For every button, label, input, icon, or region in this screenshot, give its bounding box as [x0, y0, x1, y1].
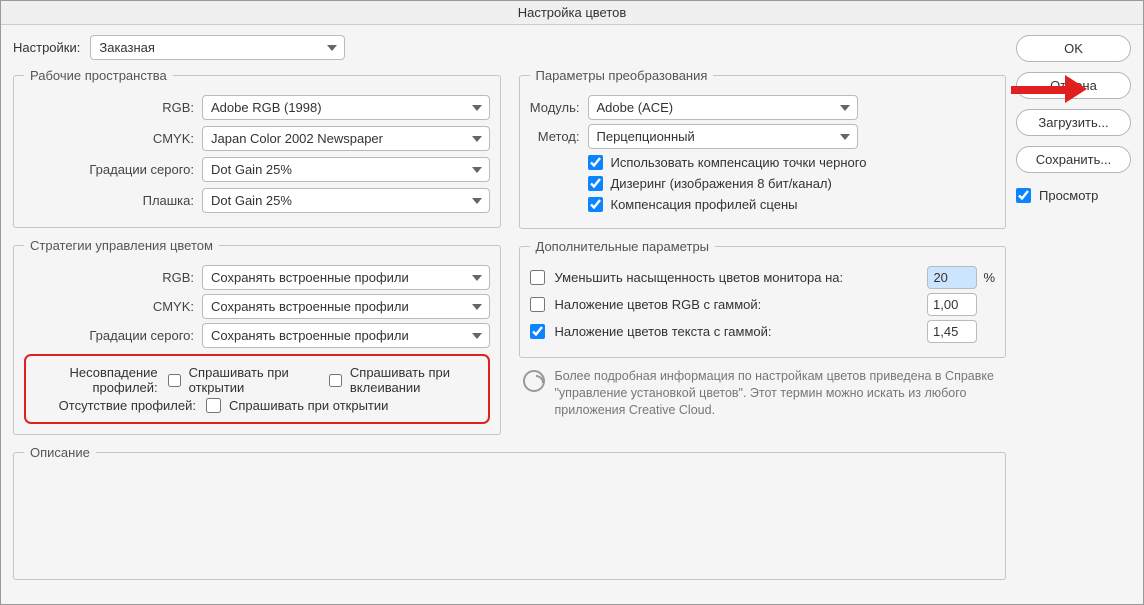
cmyk-label: CMYK:: [24, 131, 194, 146]
policy-rgb-select[interactable]: Сохранять встроенные профили: [202, 265, 490, 290]
workspaces-legend: Рабочие пространства: [24, 68, 173, 83]
desat-pct: %: [983, 270, 995, 285]
spot-select[interactable]: Dot Gain 25%: [202, 188, 490, 213]
cmyk-select[interactable]: Japan Color 2002 Newspaper: [202, 126, 490, 151]
desat-input[interactable]: [927, 266, 977, 289]
missing-label: Отсутствие профилей:: [34, 398, 196, 413]
rgb-gamma-checkbox[interactable]: [530, 297, 545, 312]
intent-select[interactable]: Перцепционный: [588, 124, 858, 149]
scene-checkbox[interactable]: [588, 197, 603, 212]
spot-label: Плашка:: [24, 193, 194, 208]
rgb-label: RGB:: [24, 100, 194, 115]
intent-label: Метод:: [530, 129, 580, 144]
policy-gray-select[interactable]: Сохранять встроенные профили: [202, 323, 490, 348]
conversion-fieldset: Параметры преобразования Модуль: Adobe (…: [519, 68, 1007, 229]
mismatch-paste-label: Спрашивать при вклеивании: [350, 365, 480, 395]
advanced-fieldset: Дополнительные параметры Уменьшить насыщ…: [519, 239, 1007, 358]
dither-label: Дизеринг (изображения 8 бит/канал): [611, 176, 832, 191]
mismatch-paste-checkbox[interactable]: [329, 373, 342, 388]
missing-open-checkbox[interactable]: [206, 398, 221, 413]
workspaces-fieldset: Рабочие пространства RGB: Adobe RGB (199…: [13, 68, 501, 228]
policy-gray-label: Градации серого:: [24, 328, 194, 343]
text-gamma-input[interactable]: [927, 320, 977, 343]
missing-open-label: Спрашивать при открытии: [229, 398, 388, 413]
desat-label: Уменьшить насыщенность цветов монитора н…: [555, 270, 922, 285]
engine-select[interactable]: Adobe (ACE): [588, 95, 858, 120]
bpc-label: Использовать компенсацию точки черного: [611, 155, 867, 170]
policies-fieldset: Стратегии управления цветом RGB: Сохраня…: [13, 238, 501, 435]
bpc-checkbox[interactable]: [588, 155, 603, 170]
gray-select[interactable]: Dot Gain 25%: [202, 157, 490, 182]
profile-highlight-box: Несовпадение профилей: Спрашивать при от…: [24, 354, 490, 424]
save-button[interactable]: Сохранить...: [1016, 146, 1131, 173]
info-text: Более подробная информация по настройкам…: [555, 368, 1003, 419]
preview-label: Просмотр: [1039, 188, 1098, 203]
desat-checkbox[interactable]: [530, 270, 545, 285]
info-icon: [523, 370, 545, 392]
engine-label: Модуль:: [530, 100, 580, 115]
dialog-title: Настройка цветов: [1, 1, 1143, 25]
mismatch-label: Несовпадение профилей:: [34, 365, 158, 395]
text-gamma-checkbox[interactable]: [530, 324, 545, 339]
rgb-select[interactable]: Adobe RGB (1998): [202, 95, 490, 120]
policy-cmyk-select[interactable]: Сохранять встроенные профили: [202, 294, 490, 319]
description-legend: Описание: [24, 445, 96, 460]
settings-select[interactable]: Заказная: [90, 35, 345, 60]
policy-cmyk-label: CMYK:: [24, 299, 194, 314]
advanced-legend: Дополнительные параметры: [530, 239, 716, 254]
text-gamma-label: Наложение цветов текста с гаммой:: [555, 324, 922, 339]
gray-label: Градации серого:: [24, 162, 194, 177]
rgb-gamma-input[interactable]: [927, 293, 977, 316]
mismatch-open-checkbox[interactable]: [168, 373, 181, 388]
mismatch-open-label: Спрашивать при открытии: [189, 365, 307, 395]
rgb-gamma-label: Наложение цветов RGB с гаммой:: [555, 297, 922, 312]
conversion-legend: Параметры преобразования: [530, 68, 714, 83]
load-button[interactable]: Загрузить...: [1016, 109, 1131, 136]
settings-label: Настройки:: [13, 40, 80, 55]
dither-checkbox[interactable]: [588, 176, 603, 191]
policy-rgb-label: RGB:: [24, 270, 194, 285]
policies-legend: Стратегии управления цветом: [24, 238, 219, 253]
scene-label: Компенсация профилей сцены: [611, 197, 798, 212]
preview-checkbox[interactable]: [1016, 188, 1031, 203]
ok-button[interactable]: OK: [1016, 35, 1131, 62]
description-fieldset: Описание: [13, 445, 1006, 580]
